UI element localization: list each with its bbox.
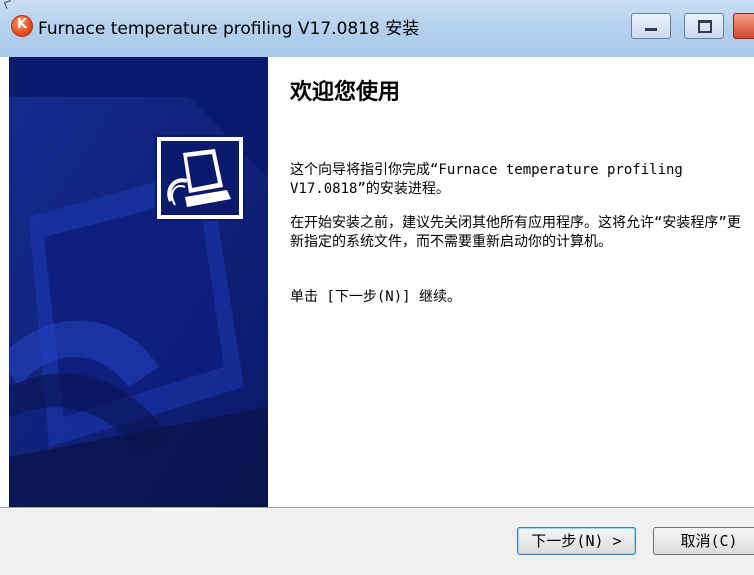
banner-artwork xyxy=(9,57,268,507)
button-bar xyxy=(0,509,754,575)
intro-paragraph: 这个向导将指引你完成“Furnace temperature profiling… xyxy=(290,162,683,197)
wizard-banner xyxy=(9,57,268,507)
continue-paragraph: 单击 [下一步(N)] 继续。 xyxy=(290,289,462,305)
close-button[interactable] xyxy=(733,13,754,39)
cancel-button[interactable]: 取消(C) xyxy=(653,527,754,555)
next-button[interactable]: 下一步(N) > xyxy=(517,527,636,555)
minimize-button[interactable] xyxy=(631,13,671,39)
app-icon-letter: K xyxy=(16,17,28,32)
title-bar[interactable]: K Furnace temperature profiling V17.0818… xyxy=(0,0,754,57)
advice-paragraph: 在开始安装之前，建议先关闭其他所有应用程序。这将允许“安装程序”更新指定的系统文… xyxy=(290,215,741,250)
maximize-button[interactable] xyxy=(684,13,724,39)
cursor-mark xyxy=(4,0,13,9)
window-title: Furnace temperature profiling V17.0818 安… xyxy=(38,19,420,39)
welcome-heading: 欢迎您使用 xyxy=(290,80,401,105)
installer-computer-icon xyxy=(155,135,245,221)
app-icon[interactable]: K xyxy=(11,15,33,37)
installer-window: K Furnace temperature profiling V17.0818… xyxy=(0,0,754,575)
